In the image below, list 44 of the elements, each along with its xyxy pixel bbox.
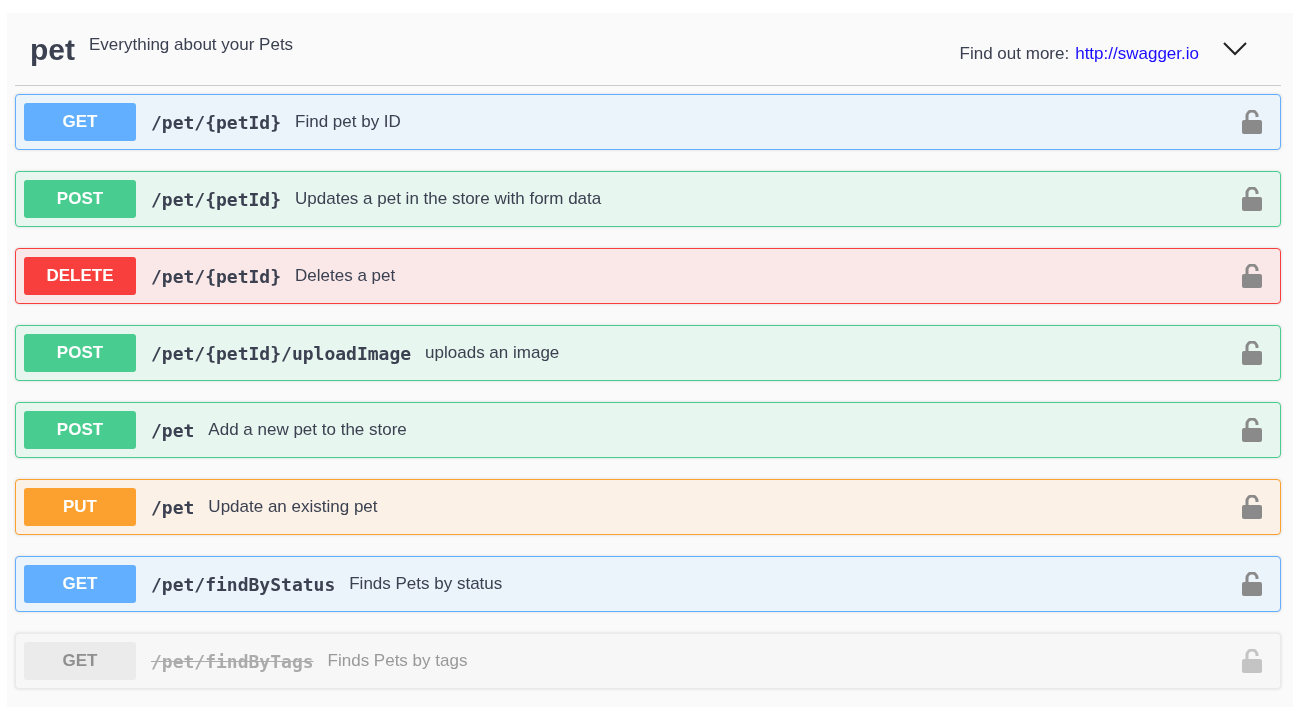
chevron-icon[interactable]: [1223, 42, 1247, 56]
padlock-icon[interactable]: [1242, 495, 1262, 519]
method-badge: GET: [24, 642, 136, 680]
method-badge: GET: [24, 103, 136, 141]
endpoint-summary: uploads an image: [425, 342, 560, 365]
method-badge: POST: [24, 411, 136, 449]
padlock-icon[interactable]: [1242, 187, 1262, 211]
endpoint-path: /pet: [151, 418, 195, 443]
operation-row[interactable]: GET /pet/{petId} Find pet by ID: [15, 94, 1281, 150]
endpoint-path: /pet/{petId}: [151, 187, 282, 212]
operation-row[interactable]: GET /pet/findByStatus Finds Pets by status: [15, 556, 1281, 612]
endpoint-summary: Find pet by ID: [295, 111, 401, 134]
method-badge: POST: [24, 334, 136, 372]
padlock-icon[interactable]: [1242, 572, 1262, 596]
operation-row[interactable]: POST /pet/{petId} Updates a pet in the store with form data: [15, 171, 1281, 227]
endpoint-summary: Update an existing pet: [208, 496, 378, 519]
endpoint-summary: Deletes a pet: [295, 265, 396, 288]
method-badge: PUT: [24, 488, 136, 526]
endpoint-path: /pet/{petId}: [151, 110, 282, 135]
endpoint-path: /pet/{petId}: [151, 264, 282, 289]
operation-row[interactable]: DELETE /pet/{petId} Deletes a pet: [15, 248, 1281, 304]
padlock-icon[interactable]: [1242, 264, 1262, 288]
tag-name[interactable]: pet: [30, 26, 75, 72]
endpoint-summary: Add a new pet to the store: [208, 419, 407, 442]
operation-row[interactable]: POST /pet/{petId}/uploadImage uploads an image: [15, 325, 1281, 381]
operation-row[interactable]: POST /pet Add a new pet to the store: [15, 402, 1281, 458]
endpoint-summary: Updates a pet in the store with form data: [295, 188, 602, 211]
endpoint-path: /pet/findByStatus: [151, 572, 336, 597]
endpoint-path: /pet/{petId}/uploadImage: [151, 341, 412, 366]
endpoint-path: /pet/findByTags: [151, 649, 314, 674]
method-badge: POST: [24, 180, 136, 218]
operation-row[interactable]: PUT /pet Update an existing pet: [15, 479, 1281, 535]
endpoint-path: /pet: [151, 495, 195, 520]
padlock-icon[interactable]: [1242, 649, 1262, 673]
padlock-icon[interactable]: [1242, 341, 1262, 365]
endpoint-summary: Finds Pets by status: [349, 573, 503, 596]
method-badge: GET: [24, 565, 136, 603]
find-out-more-label: Find out more:: [959, 43, 1070, 66]
docs-link[interactable]: http://swagger.io: [1075, 41, 1199, 67]
endpoint-summary: Finds Pets by tags: [327, 650, 468, 673]
padlock-icon[interactable]: [1242, 110, 1262, 134]
padlock-icon[interactable]: [1242, 418, 1262, 442]
method-badge: DELETE: [24, 257, 136, 295]
tag-description: Everything about your Pets: [89, 34, 294, 57]
